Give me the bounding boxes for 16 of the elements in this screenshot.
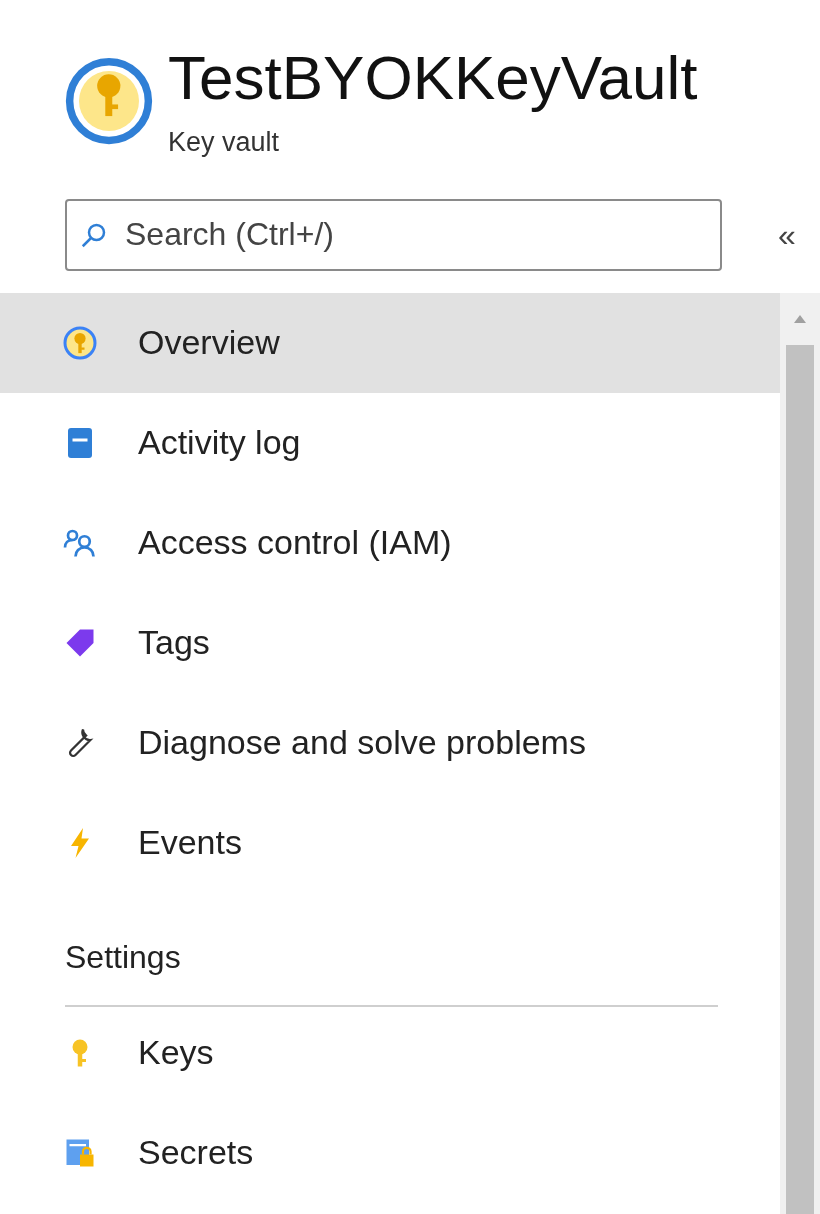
collapse-button[interactable]: « bbox=[778, 210, 796, 259]
menu-item[interactable]: Tags bbox=[0, 592, 780, 693]
search-field[interactable]: Search (Ctrl+/) bbox=[65, 198, 722, 271]
menu-item[interactable]: Activity log bbox=[0, 392, 780, 493]
menu-item[interactable]: Overview bbox=[0, 292, 780, 393]
resource-type: Key vault bbox=[168, 126, 281, 159]
menu-item[interactable]: Keys bbox=[0, 1002, 780, 1103]
key-vault-icon bbox=[62, 324, 98, 361]
section-heading: Settings bbox=[64, 937, 182, 977]
menu-item[interactable]: Secrets bbox=[0, 1102, 780, 1203]
key-vault-logo-icon bbox=[64, 56, 154, 146]
menu-item[interactable]: Diagnose and solve problems bbox=[0, 692, 780, 793]
menu-item[interactable]: Access control (IAM) bbox=[0, 492, 780, 593]
resource-title: TestBYOKKeyVault bbox=[168, 42, 698, 114]
scrollbar[interactable] bbox=[780, 292, 820, 1214]
menu-item[interactable]: Events bbox=[0, 792, 780, 893]
